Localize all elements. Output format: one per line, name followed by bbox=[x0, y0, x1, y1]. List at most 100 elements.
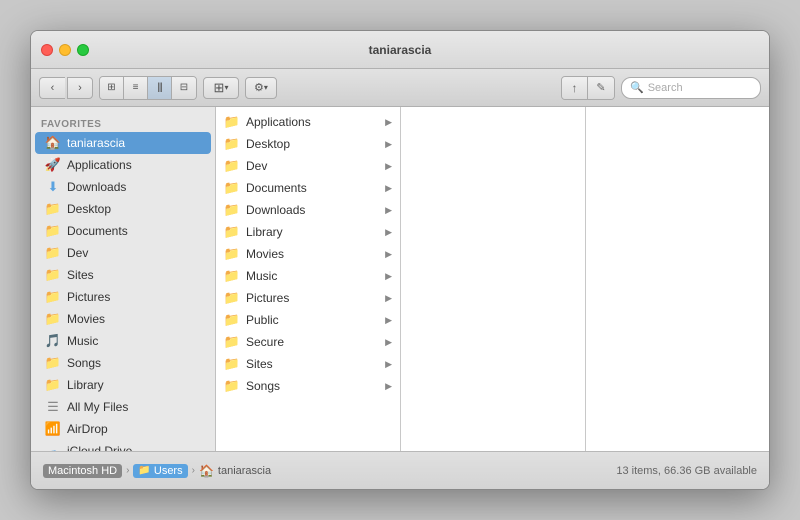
sidebar-item-label: Library bbox=[67, 378, 104, 392]
file-name: Secure bbox=[246, 335, 379, 349]
share-button[interactable]: ↑ bbox=[562, 77, 588, 99]
sidebar-item-desktop[interactable]: 📁 Desktop bbox=[35, 198, 211, 220]
sidebar-item-allmyfiles[interactable]: ☰ All My Files bbox=[35, 396, 211, 418]
sidebar-item-downloads[interactable]: ⬇ Downloads bbox=[35, 176, 211, 198]
folder-icon: 📁 bbox=[224, 158, 240, 174]
sidebar: Favorites 🏠 taniarascia 🚀 Applications ⬇… bbox=[31, 107, 216, 451]
sidebar-item-label: Pictures bbox=[67, 290, 110, 304]
users-label: 📁 Users bbox=[133, 464, 187, 478]
file-item-music[interactable]: 📁 Music ▶ bbox=[216, 265, 400, 287]
maximize-button[interactable] bbox=[77, 44, 89, 56]
breadcrumb-users[interactable]: 📁 Users bbox=[133, 464, 187, 478]
sidebar-item-dev[interactable]: 📁 Dev bbox=[35, 242, 211, 264]
sidebar-item-songs[interactable]: 📁 Songs bbox=[35, 352, 211, 374]
sidebar-item-label: Songs bbox=[67, 356, 101, 370]
library-icon: 📁 bbox=[45, 377, 61, 393]
close-button[interactable] bbox=[41, 44, 53, 56]
pictures-icon: 📁 bbox=[45, 289, 61, 305]
forward-icon: › bbox=[78, 82, 82, 94]
file-name: Sites bbox=[246, 357, 379, 371]
titlebar: taniarascia bbox=[31, 31, 769, 69]
icon-view-icon: ⊞ bbox=[107, 82, 115, 93]
desktop-icon: 📁 bbox=[45, 201, 61, 217]
minimize-button[interactable] bbox=[59, 44, 71, 56]
file-item-secure[interactable]: 📁 Secure ▶ bbox=[216, 331, 400, 353]
search-box[interactable]: 🔍 Search bbox=[621, 77, 761, 99]
arrange-arrow-icon: ▾ bbox=[224, 83, 228, 92]
file-item-public[interactable]: 📁 Public ▶ bbox=[216, 309, 400, 331]
sidebar-item-taniarascia[interactable]: 🏠 taniarascia bbox=[35, 132, 211, 154]
file-name: Songs bbox=[246, 379, 379, 393]
toolbar: ‹ › ⊞ ≡ ||| ⊟ ⊞ ▾ ⚙ ▾ bbox=[31, 69, 769, 107]
folder-icon: 📁 bbox=[224, 356, 240, 372]
file-name: Library bbox=[246, 225, 379, 239]
arrange-button[interactable]: ⊞ ▾ bbox=[203, 77, 239, 99]
view-cover-button[interactable]: ⊟ bbox=[172, 77, 196, 99]
sidebar-item-label: iCloud Drive bbox=[67, 444, 132, 451]
breadcrumb-macintosh[interactable]: Macintosh HD bbox=[43, 464, 122, 478]
sidebar-item-pictures[interactable]: 📁 Pictures bbox=[35, 286, 211, 308]
sidebar-item-sites[interactable]: 📁 Sites bbox=[35, 264, 211, 286]
sidebar-item-label: Dev bbox=[67, 246, 88, 260]
sidebar-item-music[interactable]: 🎵 Music bbox=[35, 330, 211, 352]
sidebar-item-label: Desktop bbox=[67, 202, 111, 216]
arrow-icon: ▶ bbox=[385, 381, 392, 392]
sidebar-item-applications[interactable]: 🚀 Applications bbox=[35, 154, 211, 176]
window-title: taniarascia bbox=[369, 43, 432, 57]
folder-icon: 📁 bbox=[224, 114, 240, 130]
file-item-downloads[interactable]: 📁 Downloads ▶ bbox=[216, 199, 400, 221]
sidebar-item-label: Applications bbox=[67, 158, 132, 172]
sidebar-item-airdrop[interactable]: 📶 AirDrop bbox=[35, 418, 211, 440]
folder-icon: 📁 bbox=[224, 202, 240, 218]
file-item-pictures[interactable]: 📁 Pictures ▶ bbox=[216, 287, 400, 309]
sidebar-item-label: Sites bbox=[67, 268, 94, 282]
columns-area: 📁 Applications ▶ 📁 Desktop ▶ 📁 Dev ▶ 📁 D… bbox=[216, 107, 769, 451]
sidebar-item-label: Music bbox=[67, 334, 98, 348]
sidebar-item-label: Downloads bbox=[67, 180, 126, 194]
file-item-desktop[interactable]: 📁 Desktop ▶ bbox=[216, 133, 400, 155]
home-icon: 🏠 bbox=[45, 135, 61, 151]
folder-icon: 📁 bbox=[224, 136, 240, 152]
folder-icon: 📁 bbox=[224, 268, 240, 284]
file-name: Documents bbox=[246, 181, 379, 195]
search-icon: 🔍 bbox=[630, 81, 644, 94]
sidebar-item-documents[interactable]: 📁 Documents bbox=[35, 220, 211, 242]
sidebar-item-icloud[interactable]: ☁ iCloud Drive bbox=[35, 440, 211, 451]
view-list-button[interactable]: ≡ bbox=[124, 77, 148, 99]
back-button[interactable]: ‹ bbox=[39, 77, 65, 99]
breadcrumb-taniarascia[interactable]: 🏠 taniarascia bbox=[199, 464, 271, 478]
main-content: Favorites 🏠 taniarascia 🚀 Applications ⬇… bbox=[31, 107, 769, 451]
file-item-songs[interactable]: 📁 Songs ▶ bbox=[216, 375, 400, 397]
file-item-movies[interactable]: 📁 Movies ▶ bbox=[216, 243, 400, 265]
sidebar-item-label: Documents bbox=[67, 224, 128, 238]
finder-window: taniarascia ‹ › ⊞ ≡ ||| ⊟ bbox=[30, 30, 770, 490]
file-name: Dev bbox=[246, 159, 379, 173]
sidebar-item-library[interactable]: 📁 Library bbox=[35, 374, 211, 396]
movies-icon: 📁 bbox=[45, 311, 61, 327]
file-item-documents[interactable]: 📁 Documents ▶ bbox=[216, 177, 400, 199]
file-item-library[interactable]: 📁 Library ▶ bbox=[216, 221, 400, 243]
airdrop-icon: 📶 bbox=[45, 421, 61, 437]
file-name: Movies bbox=[246, 247, 379, 261]
sidebar-item-movies[interactable]: 📁 Movies bbox=[35, 308, 211, 330]
forward-button[interactable]: › bbox=[67, 77, 93, 99]
arrow-icon: ▶ bbox=[385, 117, 392, 128]
applications-icon: 🚀 bbox=[45, 157, 61, 173]
sidebar-item-label: Movies bbox=[67, 312, 105, 326]
folder-icon: 📁 bbox=[224, 312, 240, 328]
view-column-button[interactable]: ||| bbox=[148, 77, 172, 99]
folder-icon: 📁 bbox=[224, 246, 240, 262]
arrow-icon: ▶ bbox=[385, 205, 392, 216]
nav-buttons: ‹ › bbox=[39, 77, 93, 99]
file-item-sites[interactable]: 📁 Sites ▶ bbox=[216, 353, 400, 375]
view-icon-button[interactable]: ⊞ bbox=[100, 77, 124, 99]
file-name: Downloads bbox=[246, 203, 379, 217]
gear-button[interactable]: ⚙ ▾ bbox=[245, 77, 277, 99]
arrange-icon: ⊞ bbox=[214, 80, 225, 96]
statusbar: Macintosh HD › 📁 Users › 🏠 taniarascia 1… bbox=[31, 451, 769, 489]
sidebar-item-label: AirDrop bbox=[67, 422, 108, 436]
file-item-applications[interactable]: 📁 Applications ▶ bbox=[216, 111, 400, 133]
breadcrumb-sep-2: › bbox=[192, 465, 195, 476]
file-item-dev[interactable]: 📁 Dev ▶ bbox=[216, 155, 400, 177]
edit-button[interactable]: ✎ bbox=[588, 77, 614, 99]
